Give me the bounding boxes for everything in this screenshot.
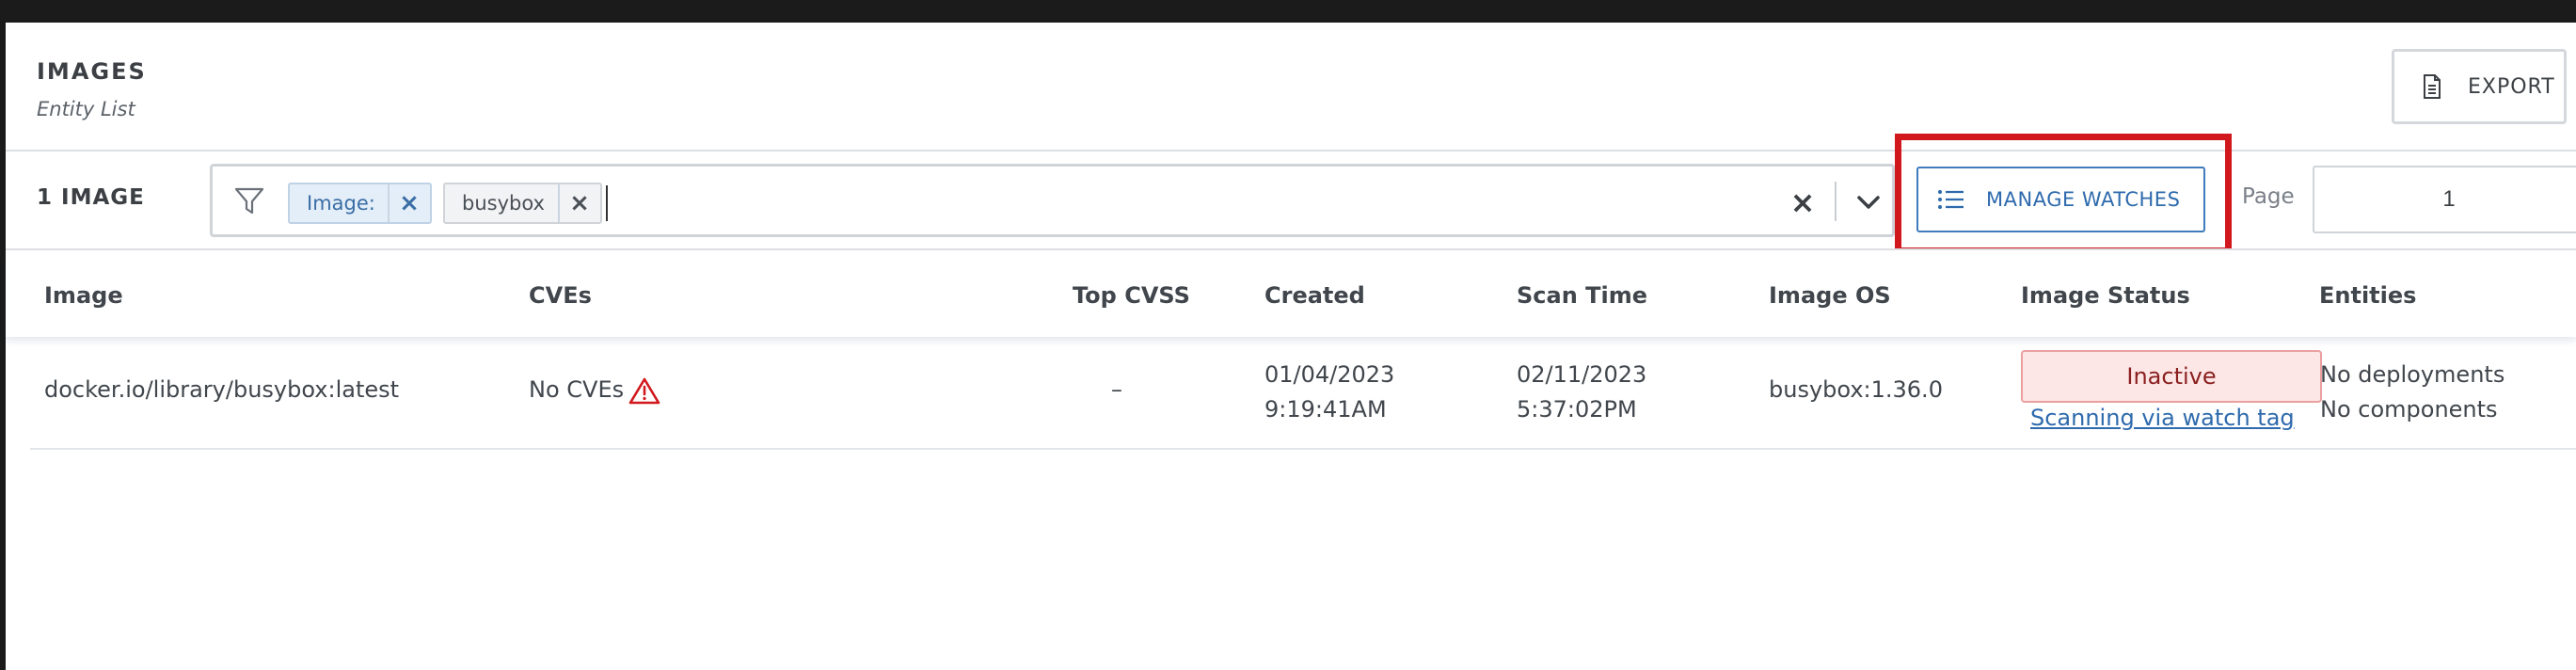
search-filter-input[interactable]: Image: × busybox × × (210, 164, 1895, 237)
remove-chip-icon[interactable]: × (388, 184, 429, 222)
page-header: IMAGES Entity List EXPORT (6, 23, 2576, 151)
manage-watches-button[interactable]: MANAGE WATCHES (1916, 167, 2205, 232)
export-label: EXPORT (2468, 74, 2555, 99)
image-os-cell: busybox:1.36.0 (1769, 376, 1943, 403)
column-header-scan-time[interactable]: Scan Time (1517, 282, 1647, 309)
export-button[interactable]: EXPORT (2392, 49, 2567, 124)
warning-triangle-icon (628, 377, 660, 405)
column-header-image-os[interactable]: Image OS (1769, 282, 1891, 309)
top-cvss-cell: – (1111, 376, 1122, 403)
page-label: Page (2242, 184, 2295, 209)
created-date: 01/04/2023 (1264, 361, 1395, 388)
created-cell: 01/04/2023 9:19:41AM (1264, 358, 1394, 427)
column-header-cves[interactable]: CVEs (529, 282, 592, 309)
scanning-via-watch-tag-link[interactable]: Scanning via watch tag (2030, 405, 2295, 431)
page-number-input[interactable] (2313, 166, 2576, 233)
cves-cell: No CVEs (529, 376, 625, 403)
manage-watches-label: MANAGE WATCHES (1986, 188, 2181, 211)
filter-chip-image: Image: × (288, 183, 432, 224)
result-count: 1 IMAGE (37, 185, 145, 210)
entities-cell: No deployments No components (2320, 358, 2504, 427)
status-badge: Inactive (2021, 350, 2322, 403)
scan-time: 5:37:02PM (1517, 396, 1637, 423)
text-cursor (606, 185, 608, 221)
entities-components: No components (2320, 396, 2498, 423)
column-header-top-cvss[interactable]: Top CVSS (1073, 282, 1190, 309)
search-divider (1835, 182, 1837, 221)
filter-chip-label: Image: (307, 192, 375, 215)
table-row[interactable]: docker.io/library/busybox:latest No CVEs… (30, 337, 2576, 450)
list-icon (1938, 190, 1964, 209)
table-header: Image CVEs Top CVSS Created Scan Time Im… (6, 250, 2576, 337)
created-time: 9:19:41AM (1264, 396, 1387, 423)
scan-date: 02/11/2023 (1517, 361, 1647, 388)
filter-chip-busybox: busybox × (443, 183, 602, 224)
image-name-cell[interactable]: docker.io/library/busybox:latest (44, 376, 399, 403)
close-icon[interactable]: × (1784, 183, 1821, 221)
document-icon (2424, 74, 2441, 99)
remove-chip-icon[interactable]: × (558, 184, 599, 222)
filter-chip-label: busybox (462, 192, 545, 215)
top-bar (0, 0, 2576, 23)
chevron-down-icon[interactable] (1850, 183, 1887, 221)
column-header-entities[interactable]: Entities (2319, 282, 2416, 309)
column-header-image-status[interactable]: Image Status (2021, 282, 2190, 309)
filter-icon (234, 187, 264, 215)
entities-deployments: No deployments (2320, 361, 2505, 388)
column-header-image[interactable]: Image (44, 282, 123, 309)
page-title: IMAGES (37, 58, 147, 85)
scan-time-cell: 02/11/2023 5:37:02PM (1517, 358, 1646, 427)
column-header-created[interactable]: Created (1264, 282, 1365, 309)
page-subtitle: Entity List (37, 98, 135, 120)
